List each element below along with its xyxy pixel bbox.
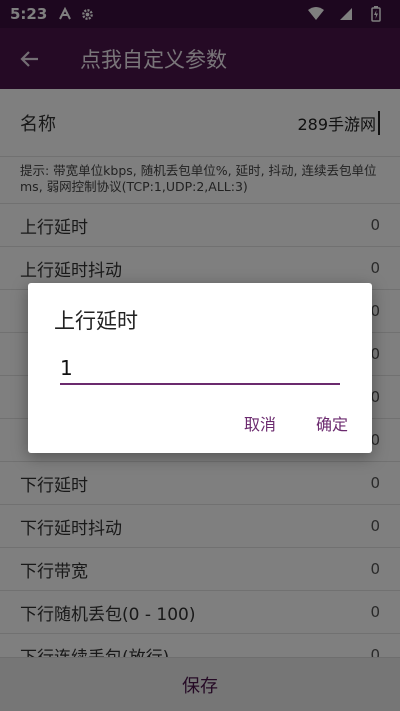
- dialog-title: 上行延时: [54, 309, 138, 333]
- dialog-actions: 取消 确定: [244, 411, 348, 435]
- confirm-button[interactable]: 确定: [316, 411, 348, 435]
- dialog-value-input[interactable]: [60, 353, 340, 385]
- edit-dialog: 上行延时 取消 确定: [28, 283, 372, 453]
- cancel-button[interactable]: 取消: [244, 411, 276, 435]
